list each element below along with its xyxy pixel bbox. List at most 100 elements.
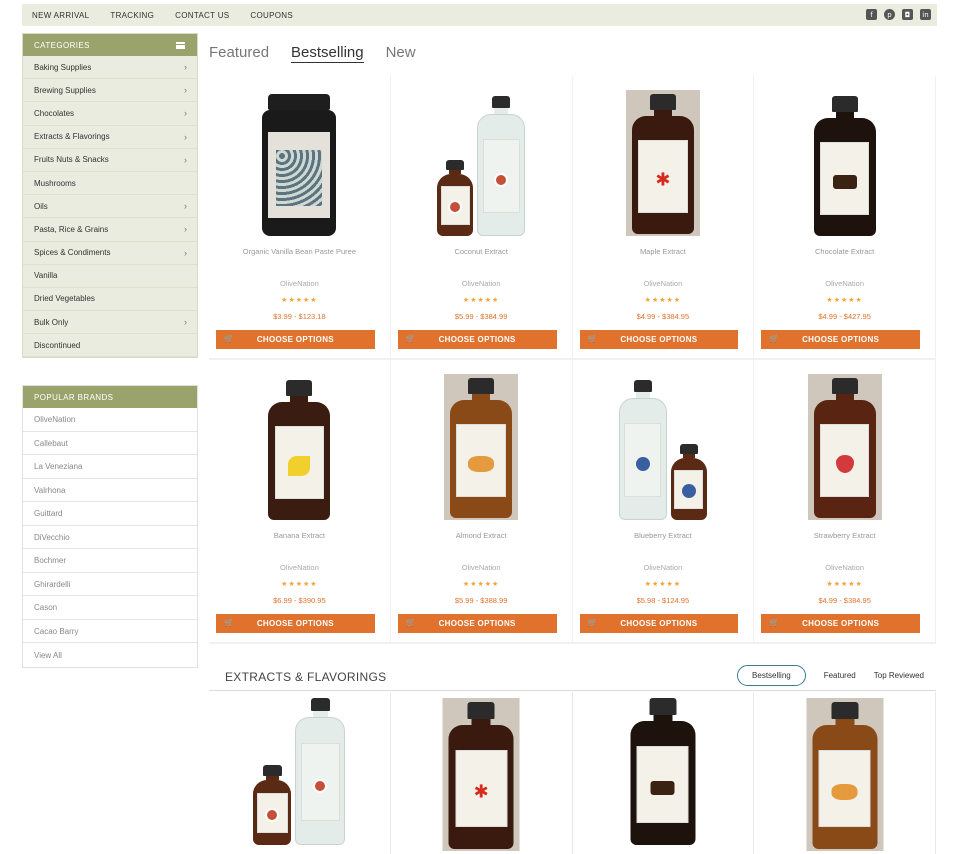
tab-bestselling[interactable]: Bestselling <box>291 44 364 63</box>
section-product-card[interactable] <box>209 692 391 854</box>
linkedin-icon[interactable]: in <box>920 9 931 20</box>
section-product-image[interactable]: ✱ <box>442 698 520 851</box>
brand-item[interactable]: Valrhona <box>23 479 197 503</box>
section-product-card[interactable] <box>573 692 755 854</box>
product-image[interactable] <box>426 84 536 236</box>
product-card[interactable]: ✱ Maple Extract OliveNation ★★★★★ $4.99 - $3… <box>572 76 755 360</box>
category-item[interactable]: Bulk Only › <box>23 311 197 335</box>
choose-options-button[interactable]: 🛒 CHOOSE OPTIONS <box>216 330 375 349</box>
category-item[interactable]: Pasta, Rice & Grains › <box>23 218 197 242</box>
choose-options-button[interactable]: 🛒 CHOOSE OPTIONS <box>216 614 375 633</box>
product-photo: ✱ <box>442 698 520 851</box>
product-name[interactable]: Maple Extract <box>573 247 754 256</box>
product-brand[interactable]: OliveNation <box>209 563 390 572</box>
category-item[interactable]: Spices & Condiments › <box>23 242 197 265</box>
product-brand[interactable]: OliveNation <box>209 279 390 288</box>
section-product-image[interactable] <box>630 698 696 845</box>
product-image[interactable] <box>244 368 354 520</box>
product-brand[interactable]: OliveNation <box>391 279 572 288</box>
product-brand[interactable]: OliveNation <box>573 279 754 288</box>
product-card[interactable]: Organic Vanilla Bean Paste Puree OliveNat… <box>209 76 391 360</box>
product-image[interactable] <box>790 84 900 236</box>
product-name[interactable]: Organic Vanilla Bean Paste Puree <box>209 247 390 256</box>
category-item[interactable]: Brewing Supplies › <box>23 79 197 103</box>
product-brand[interactable]: OliveNation <box>754 563 935 572</box>
product-price: $5.99 - $388.99 <box>454 596 508 605</box>
product-image[interactable]: ✱ <box>608 84 718 236</box>
section-tab-featured[interactable]: Featured <box>824 671 856 680</box>
product-brand[interactable]: OliveNation <box>391 563 572 572</box>
product-image[interactable] <box>790 368 900 520</box>
choose-options-label: CHOOSE OPTIONS <box>620 619 698 628</box>
product-name[interactable]: Coconut Extract <box>391 247 572 256</box>
category-item[interactable]: Extracts & Flavorings › <box>23 126 197 149</box>
product-card[interactable]: Chocolate Extract OliveNation ★★★★★ $4.99 -… <box>754 76 936 360</box>
product-image[interactable] <box>426 368 536 520</box>
product-price: $5.98 - $124.95 <box>636 596 690 605</box>
section-product-image[interactable] <box>806 698 884 851</box>
brand-item[interactable]: View All <box>23 643 197 667</box>
product-price: $6.99 - $390.95 <box>273 596 326 605</box>
nav-coupons[interactable]: COUPONS <box>250 11 293 20</box>
product-photo <box>807 374 882 520</box>
nav-contact-us[interactable]: CONTACT US <box>175 11 229 20</box>
facebook-icon[interactable]: f <box>866 9 877 20</box>
product-grid: Organic Vanilla Bean Paste Puree OliveNat… <box>209 76 936 644</box>
product-name[interactable]: Chocolate Extract <box>754 247 935 256</box>
brand-item[interactable]: Guittard <box>23 502 197 526</box>
category-label: Dried Vegetables <box>34 294 95 304</box>
product-name[interactable]: Almond Extract <box>391 531 572 540</box>
pinterest-icon[interactable]: p <box>884 9 895 20</box>
brand-item[interactable]: Bochmer <box>23 549 197 573</box>
choose-options-button[interactable]: 🛒 CHOOSE OPTIONS <box>397 614 557 633</box>
product-card[interactable]: Strawberry Extract OliveNation ★★★★★ $4.99 … <box>754 360 936 644</box>
product-image[interactable] <box>608 368 718 520</box>
choose-options-button[interactable]: 🛒 CHOOSE OPTIONS <box>397 330 557 349</box>
tab-featured[interactable]: Featured <box>209 44 269 63</box>
product-card[interactable]: Almond Extract OliveNation ★★★★★ $5.99 - $3… <box>390 360 573 644</box>
section-product-image[interactable] <box>253 698 346 845</box>
product-name[interactable]: Strawberry Extract <box>754 531 935 540</box>
choose-options-button[interactable]: 🛒 CHOOSE OPTIONS <box>579 614 739 633</box>
category-item[interactable]: Vanilla <box>23 265 197 288</box>
brand-item[interactable]: Callebaut <box>23 432 197 456</box>
choose-options-button[interactable]: 🛒 CHOOSE OPTIONS <box>579 330 739 349</box>
section-tab-bestselling[interactable]: Bestselling <box>737 665 806 686</box>
product-card[interactable]: Blueberry Extract OliveNation ★★★★★ $5.98 -… <box>572 360 755 644</box>
nav-new-arrival[interactable]: NEW ARRIVAL <box>32 11 89 20</box>
instagram-icon[interactable]: ◘ <box>902 9 913 20</box>
category-label: Mushrooms <box>34 178 76 188</box>
category-item[interactable]: Discontinued <box>23 334 197 358</box>
category-item[interactable]: Fruits Nuts & Snacks › <box>23 149 197 172</box>
choose-options-label: CHOOSE OPTIONS <box>438 335 516 344</box>
product-brand[interactable]: OliveNation <box>754 279 935 288</box>
product-name[interactable]: Blueberry Extract <box>573 531 754 540</box>
brand-item[interactable]: Ghirardelli <box>23 573 197 597</box>
cart-icon: 🛒 <box>587 618 598 627</box>
brand-item[interactable]: Cason <box>23 596 197 620</box>
choose-options-button[interactable]: 🛒 CHOOSE OPTIONS <box>761 330 920 349</box>
choose-options-button[interactable]: 🛒 CHOOSE OPTIONS <box>761 614 920 633</box>
tab-new[interactable]: New <box>386 44 416 63</box>
section-product-card[interactable] <box>754 692 936 854</box>
nav-tracking[interactable]: TRACKING <box>110 11 154 20</box>
product-bottle-image <box>268 380 331 520</box>
category-item[interactable]: Oils › <box>23 195 197 219</box>
category-item[interactable]: Baking Supplies › <box>23 56 197 80</box>
brand-item[interactable]: OliveNation <box>23 408 197 432</box>
product-image[interactable] <box>244 84 354 236</box>
category-item[interactable]: Chocolates › <box>23 102 197 126</box>
product-jar-image <box>262 94 337 236</box>
category-item[interactable]: Dried Vegetables <box>23 288 197 312</box>
product-brand[interactable]: OliveNation <box>573 563 754 572</box>
section-product-card[interactable]: ✱ <box>391 692 573 854</box>
section-tab-top-reviewed[interactable]: Top Reviewed <box>874 671 924 680</box>
brand-item[interactable]: Cacao Barry <box>23 620 197 644</box>
brand-item[interactable]: La Veneziana <box>23 455 197 479</box>
product-name[interactable]: Banana Extract <box>209 531 390 540</box>
category-item[interactable]: Mushrooms <box>23 172 197 196</box>
product-card[interactable]: Banana Extract OliveNation ★★★★★ $6.99 - $3… <box>209 360 391 644</box>
menu-icon[interactable] <box>176 41 185 49</box>
product-card[interactable]: Coconut Extract OliveNation ★★★★★ $5.99 - $… <box>390 76 573 360</box>
brand-item[interactable]: DiVecchio <box>23 526 197 550</box>
